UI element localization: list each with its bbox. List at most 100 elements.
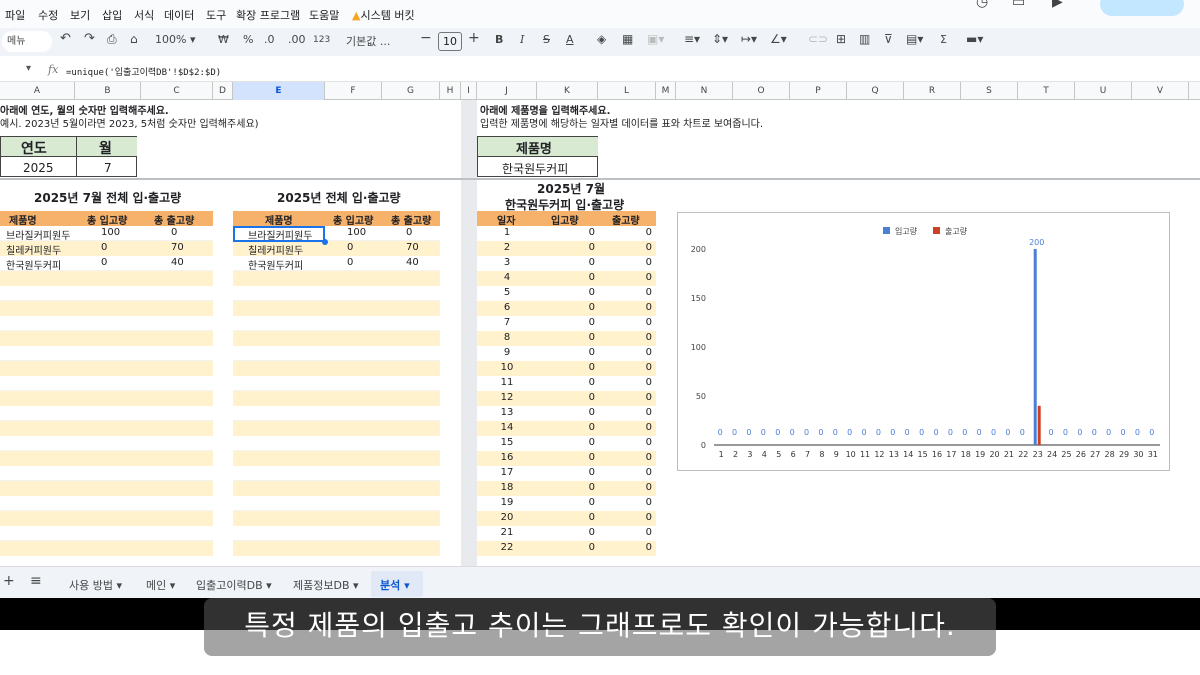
table-cell[interactable]: 0 [608, 437, 652, 448]
month-input[interactable]: 7 [104, 161, 112, 175]
column-header[interactable]: B [75, 82, 141, 100]
column-header[interactable]: S [961, 82, 1018, 100]
video-call-icon[interactable]: ▶ [1052, 0, 1063, 10]
table-cell[interactable]: 0 [551, 422, 595, 433]
column-header[interactable]: M [656, 82, 676, 100]
table-cell[interactable]: 0 [551, 392, 595, 403]
formula-input[interactable]: =unique('입출고이력DB'!$D$2:$D) [66, 65, 221, 78]
bar-chart[interactable]: 0 50 100 150 200 입고량 출고량 1 0 2 0 3 0 4 0 5 0 6 0 7 0 8 0 9 0 10 0 1… [677, 212, 1170, 471]
table-cell[interactable]: 0 [608, 377, 652, 388]
table-cell[interactable]: 14 [487, 422, 527, 433]
column-header[interactable]: K [537, 82, 598, 100]
table-cell[interactable]: 70 [171, 242, 184, 253]
number-format-button[interactable]: 123 [313, 35, 330, 45]
redo-icon[interactable]: ↷ [84, 31, 95, 46]
table-cell[interactable]: 0 [608, 257, 652, 268]
share-button[interactable] [1100, 0, 1184, 16]
table-cell[interactable]: 0 [608, 482, 652, 493]
table-cell[interactable]: 0 [608, 242, 652, 253]
table-cell[interactable]: 0 [101, 257, 107, 268]
table-cell[interactable]: 0 [347, 242, 353, 253]
column-header[interactable]: R [904, 82, 961, 100]
input-tools-icon[interactable]: ▬▾ [966, 32, 983, 46]
table-cell[interactable]: 15 [487, 437, 527, 448]
filter-views-icon[interactable]: ▤▾ [906, 32, 923, 46]
menu-search-input[interactable]: 메뉴 [2, 31, 52, 52]
italic-button[interactable]: I [520, 33, 524, 46]
table-cell[interactable]: 0 [608, 542, 652, 553]
column-header[interactable]: I [461, 82, 477, 100]
table-cell[interactable]: 0 [551, 482, 595, 493]
table-cell[interactable]: 17 [487, 467, 527, 478]
table-cell[interactable]: 0 [608, 407, 652, 418]
menu-data[interactable]: 데이터 [164, 7, 194, 23]
tab-analysis-active[interactable]: 분석 ▾ [371, 571, 423, 597]
column-header[interactable]: H [440, 82, 461, 100]
table-cell[interactable]: 0 [608, 227, 652, 238]
table-cell[interactable]: 0 [608, 467, 652, 478]
selected-cell-outline[interactable] [233, 226, 325, 242]
column-header[interactable]: O [733, 82, 790, 100]
currency-button[interactable]: ₩ [218, 33, 229, 46]
font-size-decrease-icon[interactable]: − [420, 30, 432, 46]
bold-button[interactable]: B [495, 33, 503, 46]
table-cell[interactable]: 40 [406, 257, 419, 268]
table-cell[interactable]: 0 [551, 287, 595, 298]
zoom-select[interactable]: 100% ▾ [155, 33, 195, 46]
table-cell[interactable]: 6 [487, 302, 527, 313]
all-sheets-button[interactable]: ≡ [30, 573, 42, 589]
print-icon[interactable]: ⎙ [107, 32, 117, 47]
table-cell[interactable]: 4 [487, 272, 527, 283]
tab-history-db[interactable]: 입출고이력DB ▾ [196, 577, 272, 593]
table-cell[interactable]: 22 [487, 542, 527, 553]
table-cell[interactable]: 10 [487, 362, 527, 373]
strikethrough-button[interactable]: S [543, 33, 550, 46]
table-cell[interactable]: 0 [608, 347, 652, 358]
table-cell[interactable]: 18 [487, 482, 527, 493]
table-cell[interactable]: 9 [487, 347, 527, 358]
table-cell[interactable]: 21 [487, 527, 527, 538]
column-header[interactable]: A [0, 82, 75, 100]
table-cell[interactable]: 0 [551, 332, 595, 343]
column-header[interactable]: P [790, 82, 847, 100]
table-cell[interactable]: 0 [608, 287, 652, 298]
table-cell[interactable]: 0 [551, 437, 595, 448]
tab-product-db[interactable]: 제품정보DB ▾ [293, 577, 359, 593]
text-color-button[interactable]: A [566, 33, 574, 46]
table-cell[interactable]: 0 [551, 452, 595, 463]
column-header[interactable]: L [598, 82, 656, 100]
font-size-increase-icon[interactable]: + [468, 30, 480, 46]
table-cell[interactable]: 0 [551, 227, 595, 238]
table-cell[interactable]: 0 [608, 332, 652, 343]
table-cell[interactable]: 0 [551, 542, 595, 553]
paint-format-icon[interactable]: ⌂ [130, 32, 138, 46]
table-cell[interactable]: 3 [487, 257, 527, 268]
table-cell[interactable]: 0 [551, 407, 595, 418]
comment-icon[interactable]: ▭ [1012, 0, 1025, 10]
percent-button[interactable]: % [243, 33, 253, 46]
menu-view[interactable]: 보기 [70, 7, 90, 23]
menu-insert[interactable]: 삽입 [102, 7, 122, 23]
table-cell[interactable]: 0 [608, 527, 652, 538]
font-select[interactable]: 기본값 ... [346, 33, 390, 49]
fill-color-icon[interactable]: ◈ [597, 32, 606, 46]
table-cell[interactable]: 브라질커피원두 [6, 227, 70, 242]
column-header[interactable]: U [1075, 82, 1132, 100]
functions-button[interactable]: Σ [940, 33, 947, 46]
column-header[interactable]: G [382, 82, 440, 100]
column-header[interactable]: N [676, 82, 733, 100]
menu-format[interactable]: 서식 [134, 7, 154, 23]
menu-extensions[interactable]: 확장 프로그램 [236, 7, 300, 23]
vertical-align-icon[interactable]: ⇕▾ [712, 32, 728, 46]
table-cell[interactable]: 0 [551, 242, 595, 253]
align-icon[interactable]: ≡▾ [684, 32, 700, 46]
table-cell[interactable]: 0 [347, 257, 353, 268]
table-cell[interactable]: 11 [487, 377, 527, 388]
table-cell[interactable]: 100 [347, 227, 366, 238]
table-cell[interactable]: 0 [551, 512, 595, 523]
product-input[interactable]: 한국원두커피 [502, 160, 568, 177]
table-cell[interactable]: 0 [551, 302, 595, 313]
decrease-decimal-button[interactable]: .0 [264, 33, 275, 46]
column-header[interactable]: T [1018, 82, 1075, 100]
table-cell[interactable]: 100 [101, 227, 120, 238]
